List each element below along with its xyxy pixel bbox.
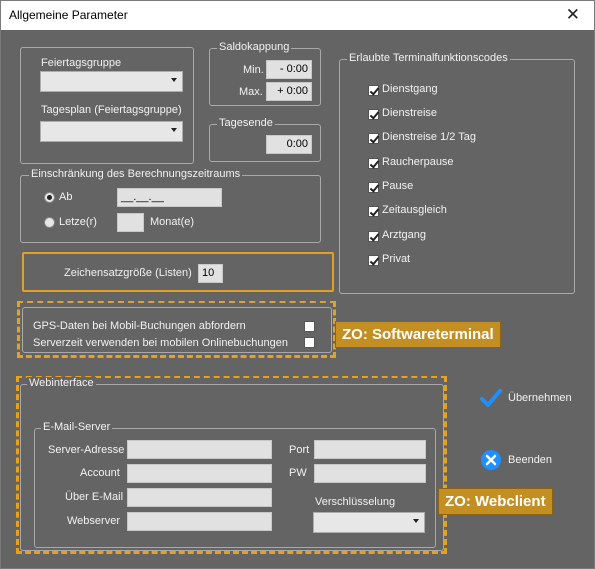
chevron-down-icon xyxy=(413,519,419,523)
zeitausgleich-label: Zeitausgleich xyxy=(382,204,447,216)
arztgang-label: Arztgang xyxy=(382,229,427,241)
server-address-label: Server-Adresse xyxy=(48,444,125,456)
checkbox-arztgang[interactable] xyxy=(368,231,379,242)
monate-field[interactable] xyxy=(117,213,144,232)
account-label: Account xyxy=(80,467,120,479)
title-bar: Allgemeine Parameter ✕ xyxy=(1,1,594,30)
pause-label: Pause xyxy=(382,180,414,192)
raucherpause-label: Raucherpause xyxy=(382,156,454,168)
monat-label: Monat(e) xyxy=(150,216,195,228)
terminal-codes-label: Erlaubte Terminalfunktionscodes xyxy=(347,52,510,64)
account-field[interactable] xyxy=(127,464,272,483)
chevron-down-icon xyxy=(171,128,177,132)
letzte-label: Letze(r) xyxy=(59,216,97,228)
radio-letzte[interactable] xyxy=(44,217,55,228)
tagesplan-select[interactable] xyxy=(40,121,183,142)
saldo-max-label: Max. xyxy=(239,86,263,98)
port-field[interactable] xyxy=(314,440,426,459)
dienstreise-half-label: Dienstreise 1/2 Tag xyxy=(382,131,476,143)
checkbox-pause[interactable] xyxy=(368,182,379,193)
checkbox-gps[interactable] xyxy=(304,321,315,332)
encryption-label: Verschlüsselung xyxy=(315,496,396,508)
dialog-body: Feiertagsgruppe Tagesplan (Feiertagsgrup… xyxy=(2,30,593,568)
pw-field[interactable] xyxy=(314,464,426,483)
quit-label: Beenden xyxy=(508,454,553,466)
webclient-tag: ZO: Webclient xyxy=(438,488,553,515)
port-label: Port xyxy=(289,444,310,456)
saldo-min-label: Min. xyxy=(243,64,264,76)
einschraenkung-label: Einschränkung des Berechnungszeitraums xyxy=(29,168,243,180)
tagesende-value: 0:00 xyxy=(286,138,308,150)
saldo-max-value: 0:00 xyxy=(286,85,308,97)
feiertagsgruppe-label: Feiertagsgruppe xyxy=(41,57,122,69)
ab-label: Ab xyxy=(59,191,73,203)
einschraenkung-group xyxy=(20,175,321,243)
serverzeit-label: Serverzeit verwenden bei mobilen Onlineb… xyxy=(33,337,288,349)
pw-label: PW xyxy=(289,467,307,479)
webserver-label: Webserver xyxy=(67,515,120,527)
ab-date-value: __.__.__ xyxy=(121,191,164,203)
tagesplan-label: Tagesplan (Feiertagsgruppe) xyxy=(41,104,182,116)
checkbox-dienstreise[interactable] xyxy=(368,109,379,120)
dienstgang-label: Dienstgang xyxy=(382,83,438,95)
font-size-value: 10 xyxy=(202,267,215,279)
email-server-label: E-Mail-Server xyxy=(41,421,113,433)
checkbox-zeitausgleich[interactable] xyxy=(368,206,379,217)
ab-date-field[interactable]: __.__.__ xyxy=(117,188,222,207)
saldo-min-field[interactable]: - 0:00 xyxy=(266,60,312,79)
privat-label: Privat xyxy=(382,253,411,265)
encryption-select[interactable] xyxy=(313,512,425,533)
tagesende-label: Tagesende xyxy=(217,117,275,129)
checkbox-privat[interactable] xyxy=(368,255,379,266)
dialog-window: Allgemeine Parameter ✕ Feiertagsgruppe T… xyxy=(0,0,595,569)
feiertagsgruppe-select[interactable] xyxy=(40,71,183,92)
checkbox-dienstreise-half[interactable] xyxy=(368,133,379,144)
server-address-field[interactable] xyxy=(127,440,272,459)
dienstreise-label: Dienstreise xyxy=(382,107,438,119)
software-terminal-tag: ZO: Softwareterminal xyxy=(335,321,501,348)
ueber-email-field[interactable] xyxy=(127,488,272,507)
checkbox-dienstgang[interactable] xyxy=(368,85,379,96)
checkmark-icon xyxy=(480,389,502,407)
gps-label: GPS-Daten bei Mobil-Buchungen abfordern xyxy=(33,320,246,332)
checkbox-raucherpause[interactable] xyxy=(368,158,379,169)
saldo-min-sign: - xyxy=(279,63,284,75)
saldo-group-label: Saldokappung xyxy=(217,41,292,53)
ueber-email-label: Über E-Mail xyxy=(65,491,124,503)
font-size-field[interactable]: 10 xyxy=(198,264,223,283)
tagesende-field[interactable]: 0:00 xyxy=(266,135,312,154)
radio-ab[interactable] xyxy=(44,192,55,203)
saldo-min-value: 0:00 xyxy=(286,63,308,75)
close-icon[interactable]: ✕ xyxy=(566,5,580,25)
webinterface-label: Webinterface xyxy=(27,377,96,389)
chevron-down-icon xyxy=(171,78,177,82)
saldo-max-field[interactable]: + 0:00 xyxy=(266,82,312,101)
window-title: Allgemeine Parameter xyxy=(9,8,128,22)
cancel-icon xyxy=(481,450,501,470)
apply-label: Übernehmen xyxy=(508,392,572,404)
saldo-max-sign: + xyxy=(277,85,284,97)
font-size-label: Zeichensatzgröße (Listen) xyxy=(64,267,192,279)
checkbox-serverzeit[interactable] xyxy=(304,337,315,348)
webserver-field[interactable] xyxy=(127,512,272,531)
